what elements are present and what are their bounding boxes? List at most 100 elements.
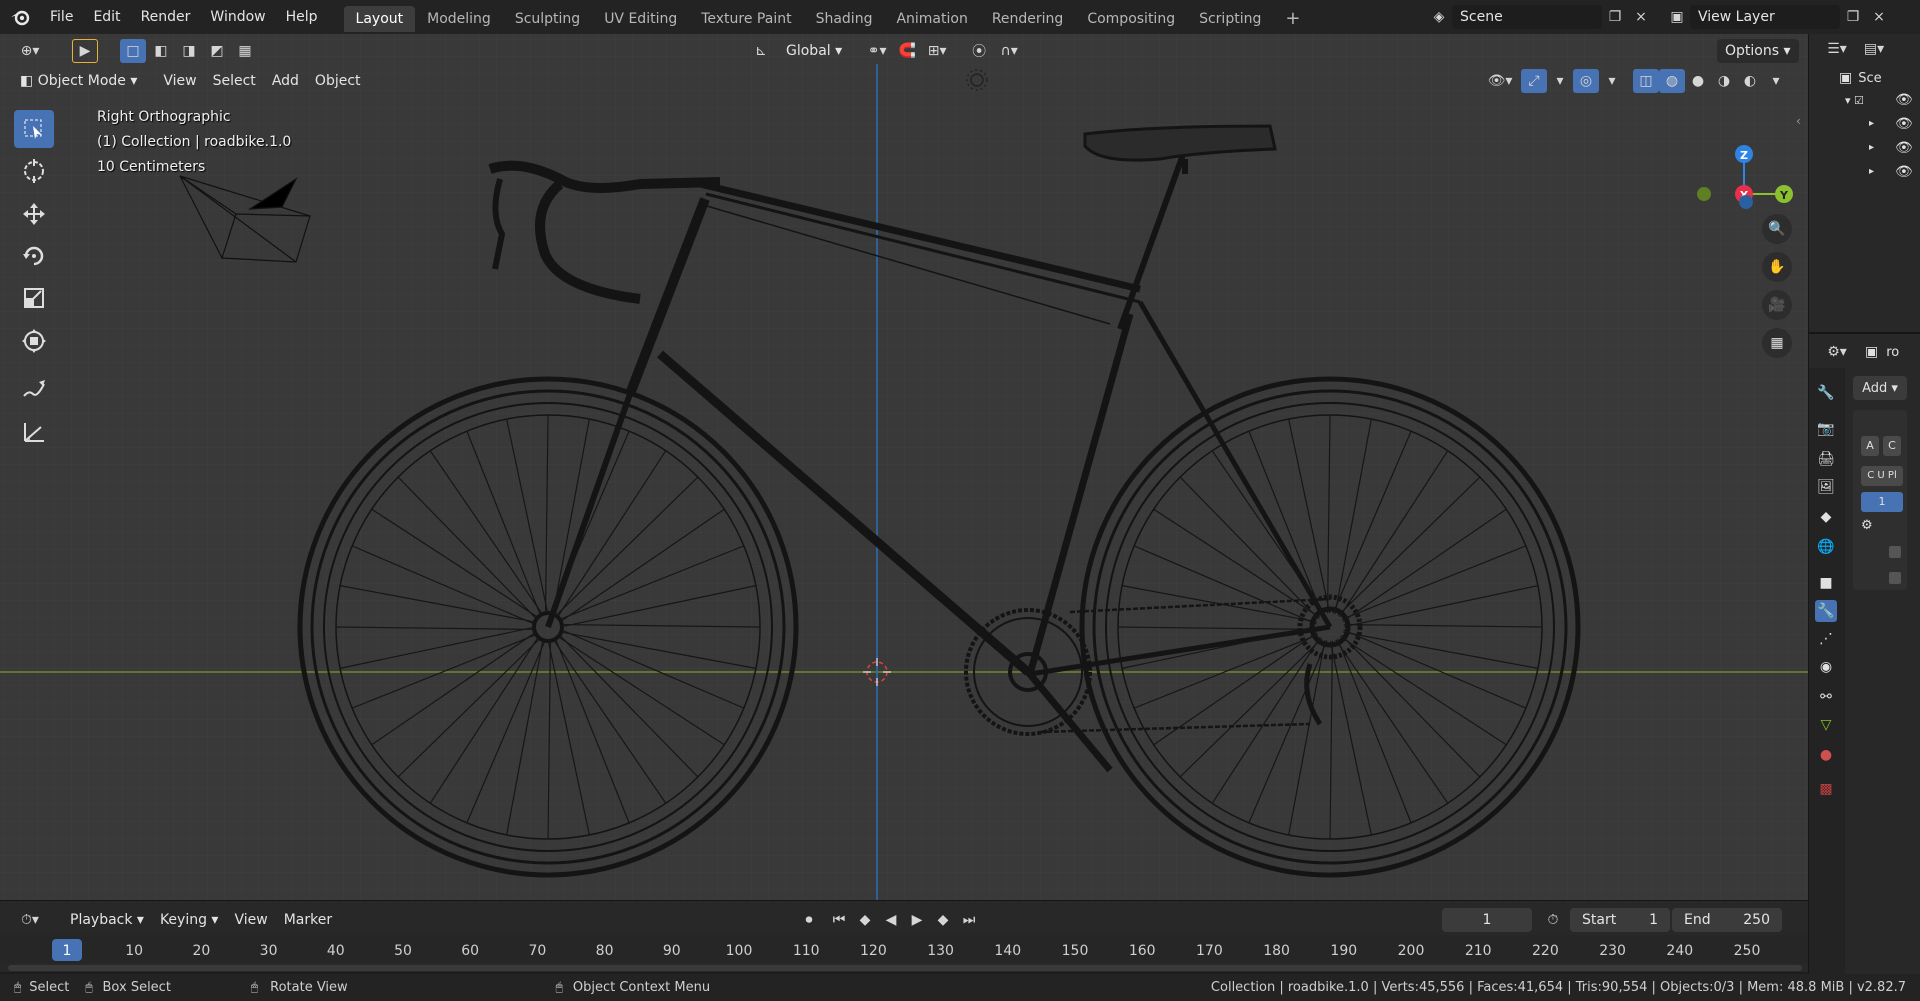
object-row-expand-icon[interactable]: ▸ [1869,166,1874,177]
properties-type-icon[interactable]: ⚙▾ [1819,340,1855,364]
tab-rendering[interactable]: Rendering [980,6,1076,32]
menu-object[interactable]: Object [307,69,369,93]
menu-view[interactable]: View [155,69,204,93]
scene-properties-icon[interactable]: ◆ [1815,506,1837,528]
transform-tool[interactable] [14,322,54,360]
rendered-shading-icon[interactable]: ◐ [1737,69,1763,93]
solid-shading-icon[interactable]: ● [1685,69,1711,93]
timeline-editor-type-icon[interactable]: ⏱▾ [12,908,48,932]
gizmo-dropdown-icon[interactable]: ▾ [1547,69,1573,93]
select-box-tool[interactable] [14,110,54,148]
wireframe-shading-icon[interactable]: ◍ [1659,69,1685,93]
pan-view-icon[interactable]: ✋ [1762,252,1792,282]
keying-menu[interactable]: Keying ▾ [152,908,227,932]
tab-animation[interactable]: Animation [884,6,979,32]
sidebar-toggle-icon[interactable]: ‹ [1796,114,1801,128]
menu-render[interactable]: Render [131,0,201,34]
texture-properties-icon[interactable]: ▩ [1815,778,1837,800]
collection-visibility-icon[interactable]: 👁 [1895,92,1913,108]
modifier-settings-icon[interactable]: ⚙ [1861,518,1873,533]
menu-file[interactable]: File [40,0,83,34]
jump-start-icon[interactable]: ⏮ [826,908,852,932]
blender-logo-icon[interactable] [0,0,40,34]
play-reverse-icon[interactable]: ◀ [878,908,904,932]
add-workspace-button[interactable]: + [1273,6,1312,32]
modifier-copy-button[interactable]: C [1883,436,1901,456]
menu-help[interactable]: Help [276,0,328,34]
object-mode-dropdown[interactable]: ◧ Object Mode ▾ [12,69,145,93]
playback-menu[interactable]: Playback ▾ [62,908,152,932]
tab-sculpting[interactable]: Sculpting [503,6,592,32]
physics-properties-icon[interactable]: ◉ [1815,656,1837,678]
snap-toggle-icon[interactable]: 🧲 [894,39,920,63]
modifier-checkbox[interactable] [1889,546,1901,558]
tab-scripting[interactable]: Scripting [1187,6,1273,32]
start-frame-field[interactable]: Start 1 [1570,908,1670,932]
scene-selector-icon[interactable]: ◈ [1426,5,1452,29]
next-keyframe-icon[interactable]: ◆ [930,908,956,932]
gizmo-toggle-icon[interactable]: ⤢ [1521,69,1547,93]
frame-ruler[interactable]: 1 10 20 30 40 50 60 70 80 90 100 110 120 130 140 150 160… [0,935,1808,963]
tool-properties-icon[interactable]: 🔧 [1815,382,1837,404]
select-intersect-icon[interactable]: ▦ [232,39,258,63]
new-view-layer-icon[interactable]: ❐ [1840,5,1866,29]
object-data-properties-icon[interactable]: ▽ [1815,714,1837,736]
gizmo-neg-z-icon[interactable] [1738,194,1754,210]
delete-scene-button[interactable]: × [1628,5,1654,29]
modifier-properties-icon[interactable]: 🔧 [1815,600,1837,622]
prev-keyframe-icon[interactable]: ◆ [852,908,878,932]
snap-element-icon[interactable]: ⊞▾ [924,39,950,63]
menu-select[interactable]: Select [205,69,264,93]
menu-edit[interactable]: Edit [83,0,130,34]
modifier-toggle-buttons[interactable]: C U Pl [1861,466,1903,486]
overlays-toggle-icon[interactable]: ◎ [1573,69,1599,93]
tab-layout[interactable]: Layout [343,6,416,32]
modifier-apply-button[interactable]: A [1861,436,1879,456]
preview-range-icon[interactable]: ⏱ [1540,908,1566,932]
outliner-filter-icon[interactable]: ▤▾ [1861,37,1887,61]
view-layer-field[interactable]: View Layer [1690,5,1840,29]
select-subtract-icon[interactable]: ◨ [176,39,202,63]
scene-name-field[interactable]: Scene [1452,5,1602,29]
rotate-tool[interactable] [14,237,54,275]
object-visibility-icon[interactable]: 👁 [1895,164,1913,180]
xray-toggle-icon[interactable]: ◫ [1633,69,1659,93]
options-dropdown[interactable]: Options ▾ [1717,39,1799,63]
perspective-toggle-icon[interactable]: ▦ [1762,328,1792,358]
object-row-expand-icon[interactable]: ▸ [1869,118,1874,129]
object-row-expand-icon[interactable]: ▸ [1869,142,1874,153]
zoom-view-icon[interactable]: 🔍 [1762,214,1792,244]
delete-view-layer-icon[interactable]: × [1866,5,1892,29]
select-new-icon[interactable]: □ [120,39,146,63]
record-icon[interactable]: ⏺ [796,908,822,932]
measure-tool[interactable] [14,413,54,451]
end-frame-field[interactable]: End 250 [1672,908,1782,932]
render-properties-icon[interactable]: 📷 [1815,418,1837,440]
material-shading-icon[interactable]: ◑ [1711,69,1737,93]
3d-viewport[interactable]: ⊕▾ ▶ □ ◧ ◨ ◩ ▦ ⊾ Global ▾ ⚭▾ 🧲 ⊞▾ ⦿ ∩▾ O… [0,34,1808,900]
falloff-icon[interactable]: ∩▾ [996,39,1022,63]
add-modifier-dropdown[interactable]: Add ▾ [1853,376,1907,400]
world-properties-icon[interactable]: 🌐 [1815,536,1837,558]
tab-uv-editing[interactable]: UV Editing [592,6,689,32]
play-icon[interactable]: ▶ [904,908,930,932]
tab-compositing[interactable]: Compositing [1075,6,1187,32]
jump-end-icon[interactable]: ⏭ [956,908,982,932]
outliner-type-icon[interactable]: ☰▾ [1819,37,1855,61]
transform-orientation-dropdown[interactable]: Global ▾ [778,39,850,63]
view-layer-icon[interactable]: ▣ [1664,5,1690,29]
scale-tool[interactable] [14,279,54,317]
annotate-tool[interactable] [14,370,54,408]
constraints-properties-icon[interactable]: ⚯ [1815,686,1837,708]
camera-view-icon[interactable]: 🎥 [1762,290,1792,320]
overlays-dropdown-icon[interactable]: ▾ [1599,69,1625,93]
proportional-edit-icon[interactable]: ⦿ [966,39,992,63]
timeline-scrollbar[interactable] [8,965,1802,971]
select-extend-icon[interactable]: ◧ [148,39,174,63]
cursor-tool[interactable] [14,152,54,190]
tab-texture-paint[interactable]: Texture Paint [689,6,803,32]
modifier-value-field[interactable]: 1 [1861,492,1903,512]
object-visibility-icon[interactable]: 👁 [1895,140,1913,156]
menu-add[interactable]: Add [264,69,307,93]
move-tool[interactable] [14,195,54,233]
